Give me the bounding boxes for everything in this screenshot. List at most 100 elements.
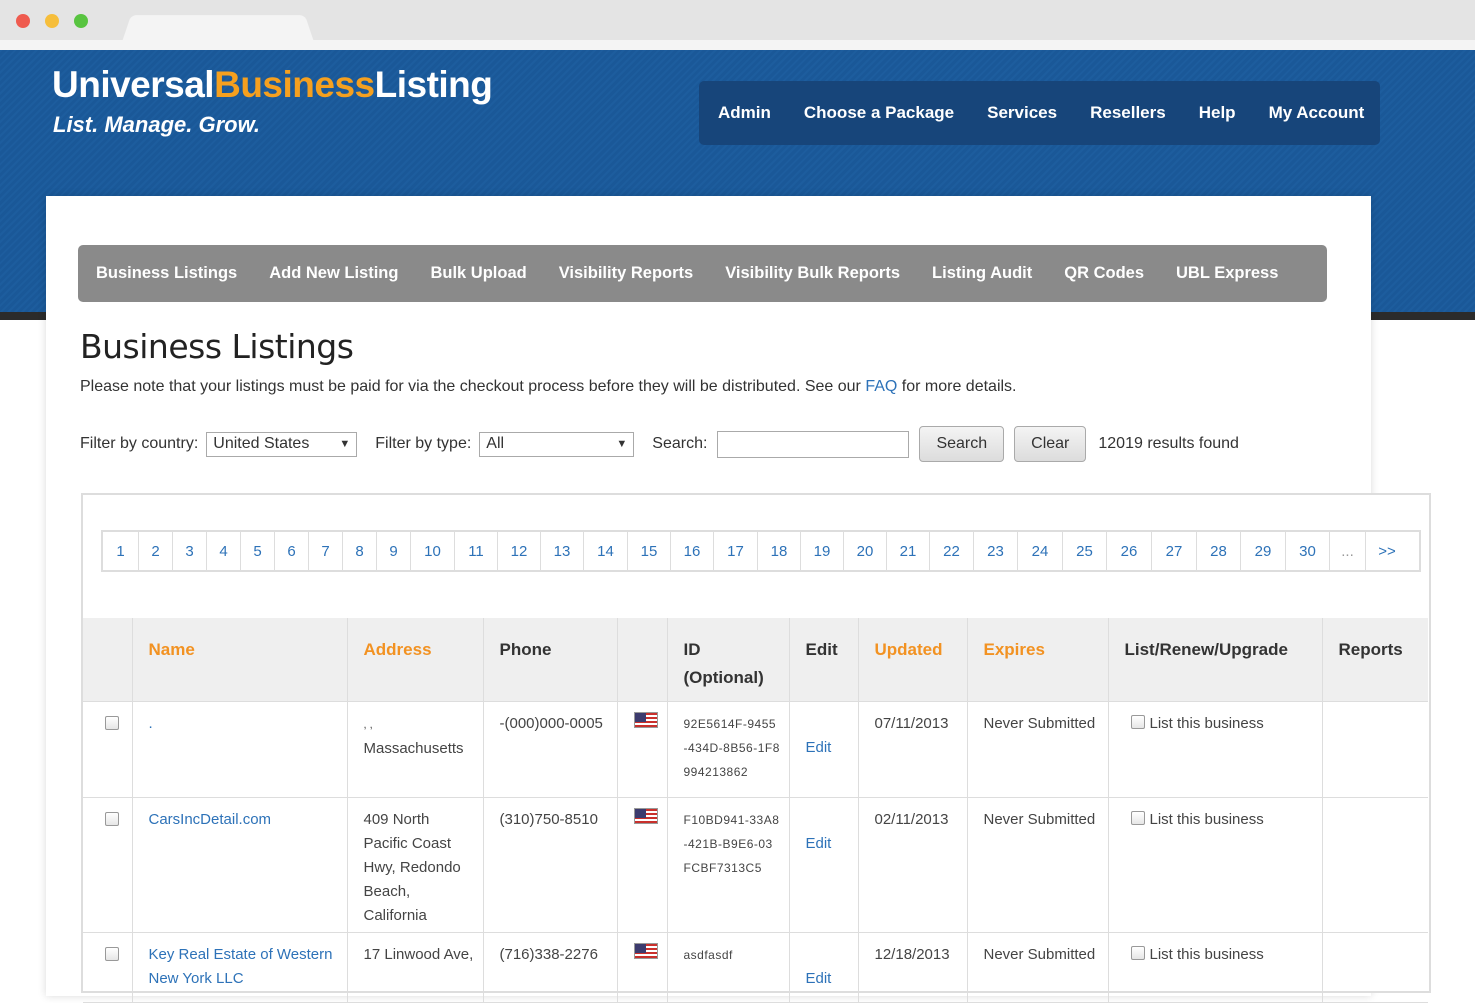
page-link[interactable]: 28	[1197, 532, 1241, 570]
updated-column-header[interactable]: Updated	[858, 618, 968, 702]
page-link[interactable]: 6	[275, 532, 309, 570]
page-link[interactable]: 22	[930, 532, 974, 570]
list-business-label: List this business	[1149, 945, 1264, 963]
page-link[interactable]: 17	[714, 532, 758, 570]
listing-name-link[interactable]: CarsIncDetail.com	[149, 811, 272, 828]
address-cell: 409 North Pacific Coast Hwy, Redondo Bea…	[347, 797, 484, 933]
type-select-value: All	[486, 435, 505, 452]
table-row: Key Real Estate of Western New York LLC …	[83, 932, 1428, 1003]
browser-tab[interactable]	[122, 15, 314, 42]
page-link[interactable]: 2	[139, 532, 173, 570]
page-link[interactable]: 1	[103, 532, 139, 570]
subnav-ubl-express[interactable]: UBL Express	[1176, 264, 1278, 283]
page-link[interactable]: 19	[801, 532, 844, 570]
page-link[interactable]: 26	[1107, 532, 1152, 570]
site-logo[interactable]: UniversalBusinessListing	[52, 64, 493, 106]
page-link[interactable]: 11	[455, 532, 498, 570]
name-column-header[interactable]: Name	[132, 618, 348, 702]
list-business-label: List this business	[1149, 810, 1264, 828]
subnav-visibility-reports[interactable]: Visibility Reports	[559, 264, 693, 283]
edit-link[interactable]: Edit	[806, 739, 832, 756]
topnav-help[interactable]: Help	[1199, 103, 1236, 123]
row-checkbox[interactable]	[105, 715, 119, 730]
expires-cell: Never Submitted	[967, 701, 1109, 798]
row-checkbox[interactable]	[105, 811, 119, 826]
maximize-window-icon[interactable]	[74, 14, 88, 28]
subnav-bulk-upload[interactable]: Bulk Upload	[430, 264, 526, 283]
page-link[interactable]: 21	[887, 532, 930, 570]
page-link[interactable]: 3	[173, 532, 207, 570]
expires-cell: Never Submitted	[967, 797, 1109, 933]
page-link[interactable]: 29	[1241, 532, 1286, 570]
table-header-row: Name Address Phone ID (Optional) Edit Upd…	[83, 618, 1428, 702]
country-select[interactable]: United States ▼	[206, 431, 358, 457]
list-business-checkbox[interactable]	[1130, 945, 1145, 960]
listing-name-link[interactable]: .	[149, 715, 153, 732]
subnav-listing-audit[interactable]: Listing Audit	[932, 264, 1032, 283]
logo-text-listing: Listing	[374, 64, 493, 105]
filter-bar: Filter by country: United States ▼ Filter…	[80, 426, 1239, 462]
name-cell: Key Real Estate of Western New York LLC	[132, 932, 348, 1003]
expires-column-header[interactable]: Expires	[967, 618, 1109, 702]
page-link[interactable]: 24	[1018, 532, 1063, 570]
id-column-header: ID (Optional)	[667, 618, 790, 702]
address-column-header[interactable]: Address	[347, 618, 484, 702]
page-link[interactable]: 5	[241, 532, 275, 570]
page-link[interactable]: 14	[584, 532, 628, 570]
close-window-icon[interactable]	[16, 14, 30, 28]
topnav-services[interactable]: Services	[987, 103, 1057, 123]
list-business-option[interactable]: List this business	[1125, 712, 1314, 736]
page-link[interactable]: 15	[628, 532, 671, 570]
edit-link[interactable]: Edit	[806, 835, 832, 852]
list-cell: List this business	[1108, 701, 1323, 798]
page-link[interactable]: 8	[343, 532, 377, 570]
search-button[interactable]: Search	[919, 426, 1005, 462]
clear-button[interactable]: Clear	[1014, 426, 1087, 462]
list-business-option[interactable]: List this business	[1125, 808, 1314, 832]
page-link[interactable]: 25	[1063, 532, 1107, 570]
list-business-checkbox[interactable]	[1130, 714, 1145, 729]
topnav-admin[interactable]: Admin	[718, 103, 771, 123]
page-ellipsis: ...	[1330, 532, 1366, 570]
phone-cell: -(000)000-0005	[483, 701, 618, 798]
page-link[interactable]: 16	[671, 532, 714, 570]
page-link[interactable]: 10	[411, 532, 455, 570]
row-checkbox[interactable]	[105, 946, 119, 961]
edit-link[interactable]: Edit	[806, 970, 832, 987]
logo-text-universal: Universal	[52, 64, 215, 105]
faq-link[interactable]: FAQ	[865, 378, 897, 395]
page-link[interactable]: 7	[309, 532, 343, 570]
flag-cell	[617, 797, 668, 933]
reports-column-header: Reports	[1322, 618, 1428, 702]
country-filter-label: Filter by country:	[80, 435, 199, 452]
page-link[interactable]: 9	[377, 532, 411, 570]
id-cell: 92E5614F-9455-434D-8B56-1F8994213862	[667, 701, 790, 798]
list-business-option[interactable]: List this business	[1125, 943, 1314, 967]
list-business-checkbox[interactable]	[1130, 810, 1145, 825]
subnav-visibility-bulk-reports[interactable]: Visibility Bulk Reports	[725, 264, 900, 283]
page-link[interactable]: 23	[974, 532, 1018, 570]
page-link[interactable]: 13	[541, 532, 584, 570]
page-next-link[interactable]: >>	[1366, 532, 1408, 570]
page-link[interactable]: 18	[758, 532, 801, 570]
search-input[interactable]	[717, 430, 910, 458]
page-link[interactable]: 20	[844, 532, 887, 570]
page-link[interactable]: 4	[207, 532, 241, 570]
page-link[interactable]: 30	[1286, 532, 1330, 570]
type-filter-label: Filter by type:	[375, 435, 472, 452]
subnav-business-listings[interactable]: Business Listings	[96, 264, 237, 283]
subnav-qr-codes[interactable]: QR Codes	[1064, 264, 1144, 283]
listing-name-link[interactable]: Key Real Estate of Western New York LLC	[149, 946, 333, 987]
page-link[interactable]: 12	[498, 532, 541, 570]
topnav-resellers[interactable]: Resellers	[1090, 103, 1166, 123]
subnav-add-new-listing[interactable]: Add New Listing	[269, 264, 398, 283]
topnav-choose-package[interactable]: Choose a Package	[804, 103, 954, 123]
page-link[interactable]: 27	[1152, 532, 1197, 570]
dropdown-arrow-icon: ▼	[616, 438, 628, 450]
address-cell: 17 Linwood Ave,	[347, 932, 484, 1003]
type-select[interactable]: All ▼	[479, 431, 635, 457]
flag-column-header	[617, 618, 668, 702]
edit-column-header: Edit	[789, 618, 859, 702]
minimize-window-icon[interactable]	[45, 14, 59, 28]
topnav-my-account[interactable]: My Account	[1269, 103, 1365, 123]
